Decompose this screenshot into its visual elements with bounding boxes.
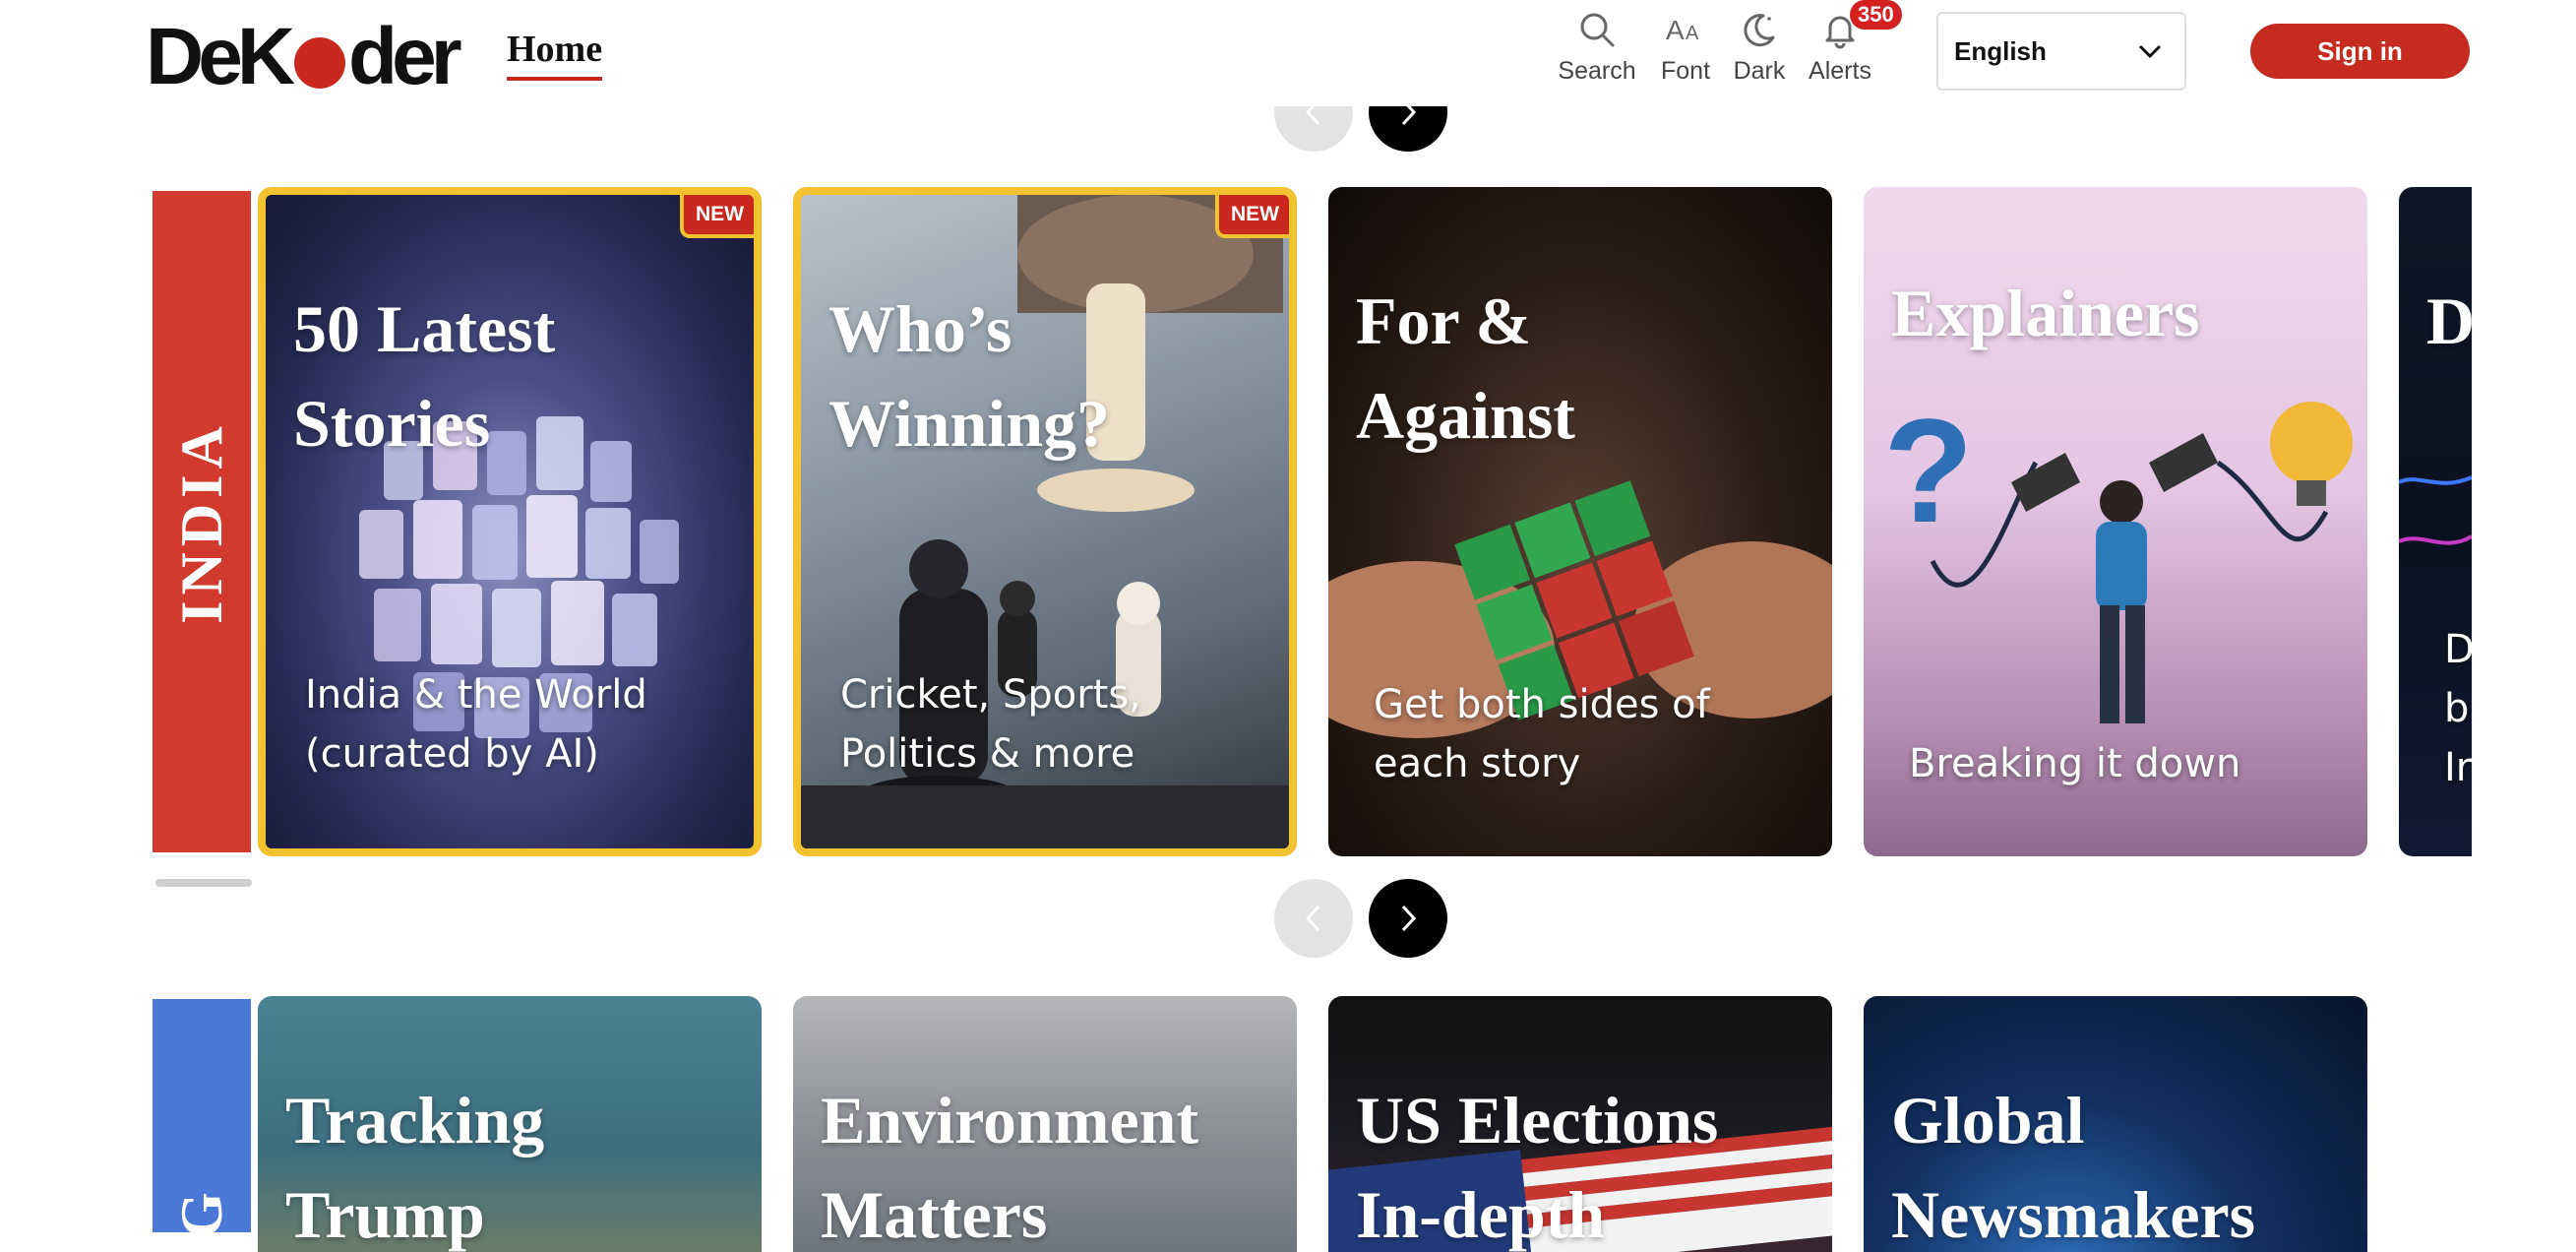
- logo-dot-icon: [294, 37, 346, 89]
- search-icon: [1580, 13, 1615, 47]
- sign-in-button[interactable]: Sign in: [2250, 24, 2470, 79]
- svg-text:A: A: [1686, 23, 1699, 44]
- chevron-right-icon[interactable]: [2361, 482, 2401, 551]
- card-latest-stories[interactable]: NEW 50 Latest Stories India & the World …: [258, 187, 762, 856]
- card-global-newsmakers[interactable]: Global Newsmakers: [1864, 996, 2367, 1252]
- section-tab-label: INDIA: [168, 419, 234, 624]
- carousel-prev-button[interactable]: [1274, 879, 1353, 958]
- card-title: Tracking Trump: [285, 1083, 545, 1252]
- card-title: For & Against: [1356, 283, 1575, 453]
- section-tab-global[interactable]: G: [153, 999, 251, 1238]
- site-logo[interactable]: De Kder: [146, 12, 462, 101]
- card-for-against[interactable]: For & Against Get both sides of each sto…: [1328, 187, 1832, 856]
- search-label: Search: [1558, 57, 1636, 85]
- new-badge: NEW: [1215, 195, 1289, 238]
- card-environment-matters[interactable]: Environment Matters: [793, 996, 1297, 1252]
- logo-text-k: K: [236, 12, 295, 101]
- card-subtitle: D b Ir: [2444, 627, 2472, 790]
- chevron-right-icon: [1401, 905, 1417, 932]
- scroll-indicator: [155, 879, 252, 887]
- card-whos-winning[interactable]: NEW Who’s Winning? Cricket, Sports, Poli…: [793, 187, 1297, 856]
- alerts-label: Alerts: [1809, 57, 1871, 85]
- card-tracking-trump[interactable]: Tracking Trump: [258, 996, 762, 1252]
- card-title: Global Newsmakers: [1891, 1083, 2256, 1252]
- language-selected-value: English: [1954, 35, 2047, 66]
- card-explainers[interactable]: ? Explainers Breaking it down: [1864, 187, 2367, 856]
- card-title: 50 Latest Stories: [293, 291, 556, 461]
- svg-text:A: A: [1666, 15, 1685, 45]
- section-tab-label: G: [168, 1186, 234, 1238]
- logo-text-de: De: [146, 12, 243, 101]
- card-title: US Elections In-depth: [1356, 1083, 1719, 1252]
- card-us-elections[interactable]: US Elections In-depth: [1328, 996, 1832, 1252]
- search-button[interactable]: Search: [1550, 10, 1644, 98]
- card-title: Environment Matters: [821, 1083, 1199, 1252]
- new-badge: NEW: [680, 195, 754, 238]
- carousel-next-button[interactable]: [1369, 879, 1447, 958]
- card-title: D: [2426, 283, 2472, 358]
- chevron-down-icon: [2138, 44, 2162, 59]
- card-partial[interactable]: D D b Ir: [2399, 187, 2472, 856]
- card-title: Explainers: [1891, 276, 2200, 350]
- nav-home-link[interactable]: Home: [507, 28, 603, 81]
- alerts-button[interactable]: 350 Alerts: [1793, 0, 1902, 98]
- language-select[interactable]: English: [1936, 12, 2186, 91]
- card-subtitle: India & the World (curated by AI): [305, 672, 647, 777]
- alerts-count-badge: 350: [1850, 0, 1902, 30]
- row-fade-overlay: [2361, 996, 2576, 1232]
- card-subtitle: Breaking it down: [1909, 741, 2241, 786]
- logo-text-der: der: [348, 12, 462, 101]
- card-subtitle: Get both sides of each story: [1374, 682, 1710, 786]
- card-title: Who’s Winning?: [828, 291, 1111, 461]
- card-subtitle: Cricket, Sports, Politics & more: [840, 672, 1141, 777]
- site-header: De Kder Home Search A A Font Dark 350 Ale…: [0, 0, 2576, 106]
- dark-mode-icon: [1744, 14, 1775, 47]
- font-size-icon: A A: [1666, 15, 1699, 45]
- chevron-left-icon: [1305, 905, 1320, 932]
- section-tab-india[interactable]: INDIA: [153, 191, 251, 852]
- svg-text:?: ?: [1883, 388, 1974, 553]
